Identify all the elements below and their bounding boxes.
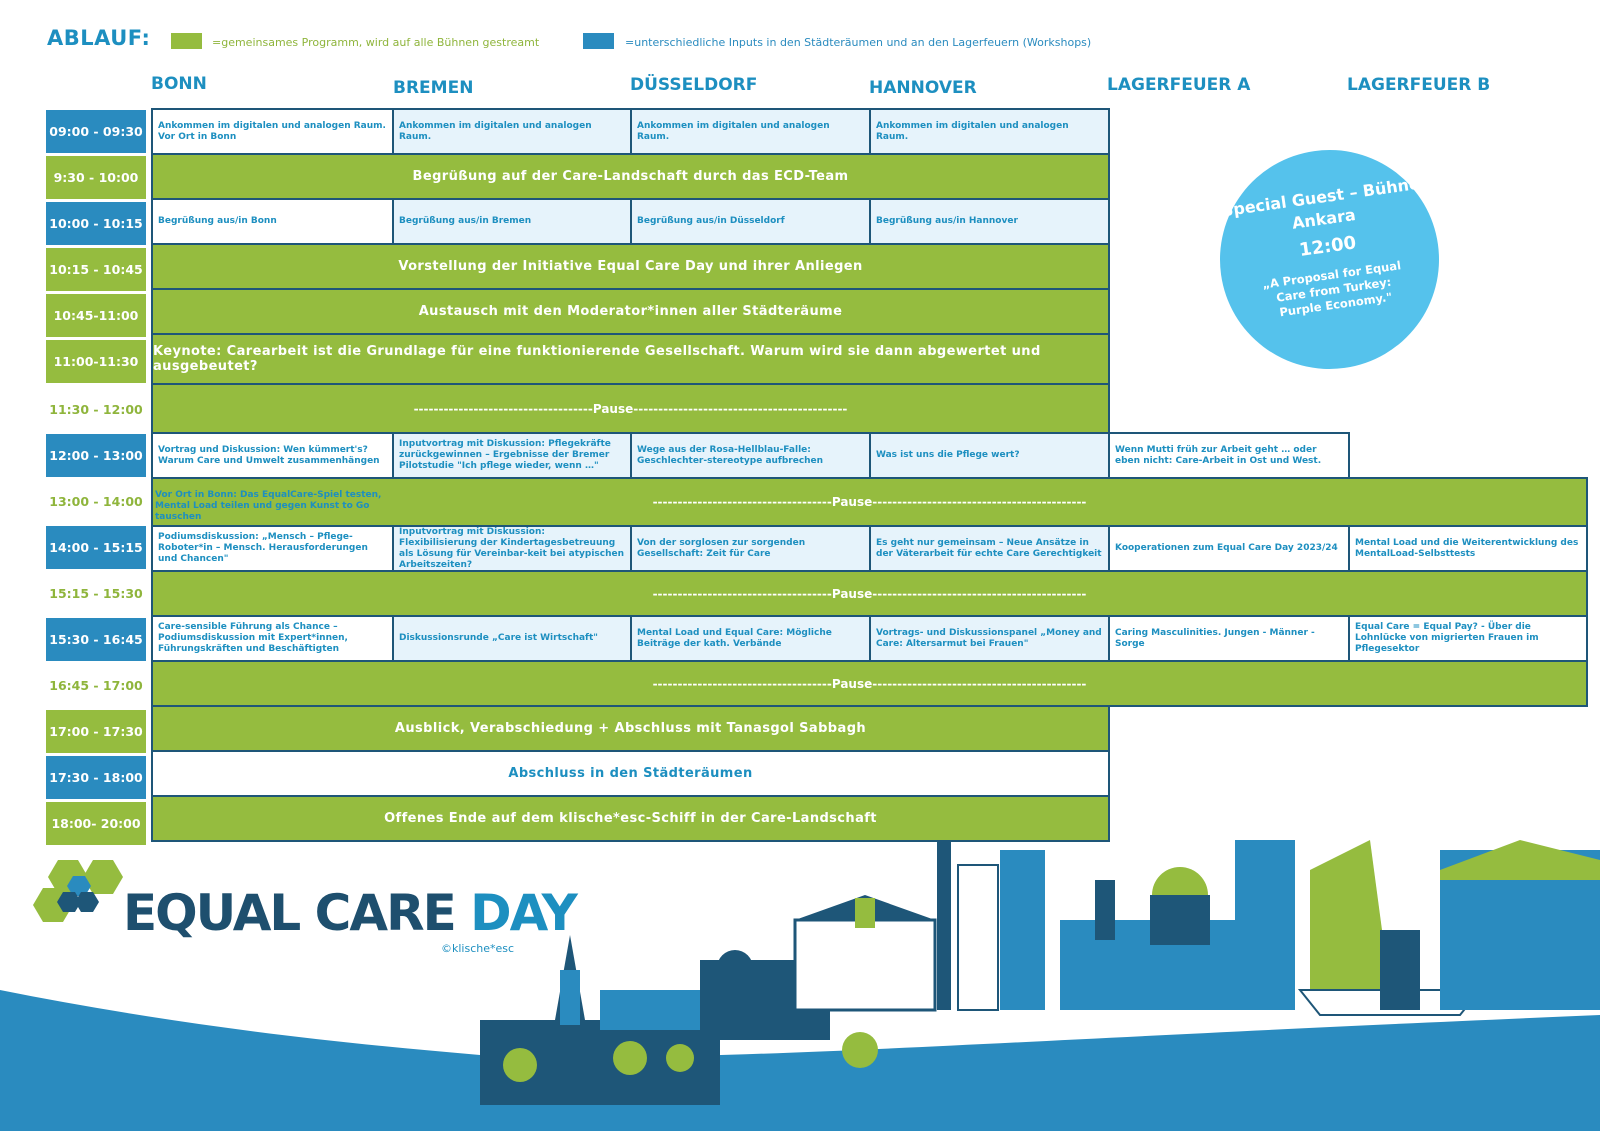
column-header-lagerfeuer-a: LAGERFEUER A <box>1107 75 1251 95</box>
session-bremen: Ankommen im digitalen und analogen Raum. <box>392 108 632 155</box>
session-bonn: Ankommen im digitalen und analogen Raum.… <box>151 108 394 155</box>
session-hannover: Vortrags- und Diskussionspanel „Money an… <box>869 615 1110 662</box>
column-header-bremen: BREMEN <box>393 78 474 98</box>
column-header-duesseldorf: DÜSSELDORF <box>630 75 758 95</box>
column-header-bonn: BONN <box>151 74 207 94</box>
column-header-hannover: HANNOVER <box>869 78 977 98</box>
time-slot: 12:00 - 13:00 <box>46 434 146 477</box>
bonn-onsite-note: Vor Ort in Bonn: Das EqualCare-Spiel tes… <box>155 490 382 522</box>
time-slot: 11:30 - 12:00 <box>46 388 146 431</box>
time-slot: 17:00 - 17:30 <box>46 710 146 753</box>
session-lagerfeuer-a: Wenn Mutti früh zur Arbeit geht … oder e… <box>1108 432 1350 479</box>
pause-bar: ------------------------------------Paus… <box>151 570 1588 617</box>
legend-blue-swatch <box>583 33 614 49</box>
session-duesseldorf: Mental Load und Equal Care: Mögliche Bei… <box>630 615 871 662</box>
session-bonn: Podiumsdiskussion: „Mensch – Pflege-Robo… <box>151 525 394 572</box>
session-lagerfeuer-b: Mental Load und die Weiterentwicklung de… <box>1348 525 1588 572</box>
column-header-lagerfeuer-b: LAGERFEUER B <box>1347 75 1491 95</box>
session-duesseldorf: Ankommen im digitalen und analogen Raum. <box>630 108 871 155</box>
legend-green-text: =gemeinsames Programm, wird auf alle Büh… <box>212 36 540 49</box>
hexagon-logo-icon <box>33 860 123 922</box>
session-bonn: Care-sensible Führung als Chance – Podiu… <box>151 615 394 662</box>
time-slot: 09:00 - 09:30 <box>46 110 146 153</box>
session-bremen: Begrüßung aus/in Bremen <box>392 198 632 245</box>
logo-equal-care: EQUAL CARE <box>123 884 457 942</box>
time-slot: 15:15 - 15:30 <box>46 572 146 615</box>
pause-bar: ------------------------------------Paus… <box>151 660 1588 707</box>
session-hannover: Es geht nur gemeinsam – Neue Ansätze in … <box>869 525 1110 572</box>
time-slot: 15:30 - 16:45 <box>46 618 146 661</box>
session-bremen: Inputvortrag mit Diskussion: Flexibilisi… <box>392 525 632 572</box>
session-bremen: Inputvortrag mit Diskussion: Pflegekräft… <box>392 432 632 479</box>
plenary-session: Vorstellung der Initiative Equal Care Da… <box>151 243 1110 290</box>
plenary-session: Austausch mit den Moderator*innen aller … <box>151 288 1110 335</box>
city-closing-session: Abschluss in den Städteräumen <box>151 750 1110 797</box>
session-hannover: Was ist uns die Pflege wert? <box>869 432 1110 479</box>
open-end-session: Offenes Ende auf dem klische*esc-Schiff … <box>151 795 1110 842</box>
legend-green-swatch <box>171 33 202 49</box>
time-slot: 13:00 - 14:00 <box>46 480 146 523</box>
time-slot: 10:15 - 10:45 <box>46 248 146 291</box>
logo-day: DAY <box>470 884 578 942</box>
session-bonn: Begrüßung aus/in Bonn <box>151 198 394 245</box>
session-duesseldorf: Wege aus der Rosa-Hellblau-Falle: Geschl… <box>630 432 871 479</box>
plenary-session: Begrüßung auf der Care-Landschaft durch … <box>151 153 1110 200</box>
time-slot: 16:45 - 17:00 <box>46 664 146 707</box>
session-bonn: Vortrag und Diskussion: Wen kümmert's? W… <box>151 432 394 479</box>
time-slot: 17:30 - 18:00 <box>46 756 146 799</box>
pause-bar: ------------------------------------Paus… <box>151 383 1110 434</box>
time-slot: 14:00 - 15:15 <box>46 526 146 569</box>
time-slot: 10:45-11:00 <box>46 294 146 337</box>
session-hannover: Begrüßung aus/in Hannover <box>869 198 1110 245</box>
legend-title: ABLAUF: <box>47 26 151 50</box>
session-lagerfeuer-b: Equal Care = Equal Pay? - Über die Lohnl… <box>1348 615 1588 662</box>
session-bremen: Diskussionsrunde „Care ist Wirtschaft" <box>392 615 632 662</box>
session-lagerfeuer-a: Kooperationen zum Equal Care Day 2023/24 <box>1108 525 1350 572</box>
session-hannover: Ankommen im digitalen und analogen Raum. <box>869 108 1110 155</box>
legend-blue-text: =unterschiedliche Inputs in den Städterä… <box>625 36 1092 49</box>
equal-care-day-logo: EQUAL CARE DAY <box>123 884 578 942</box>
keynote-session: Keynote: Carearbeit ist die Grundlage fü… <box>151 333 1110 385</box>
session-duesseldorf: Von der sorglosen zur sorgenden Gesellsc… <box>630 525 871 572</box>
time-slot: 9:30 - 10:00 <box>46 156 146 199</box>
session-duesseldorf: Begrüßung aus/in Düsseldorf <box>630 198 871 245</box>
time-slot: 11:00-11:30 <box>46 340 146 383</box>
closing-session: Ausblick, Verabschiedung + Abschluss mit… <box>151 705 1110 752</box>
special-guest-description: „A Proposal for Equal Care from Turkey: … <box>1261 258 1402 320</box>
session-lagerfeuer-a: Caring Masculinities. Jungen - Männer - … <box>1108 615 1350 662</box>
time-slot: 18:00- 20:00 <box>46 802 146 845</box>
time-slot: 10:00 - 10:15 <box>46 202 146 245</box>
logo-credit: ©klische*esc <box>441 942 515 955</box>
special-guest-badge: Special Guest – Bühne Ankara 12:00 „A Pr… <box>1205 135 1454 384</box>
